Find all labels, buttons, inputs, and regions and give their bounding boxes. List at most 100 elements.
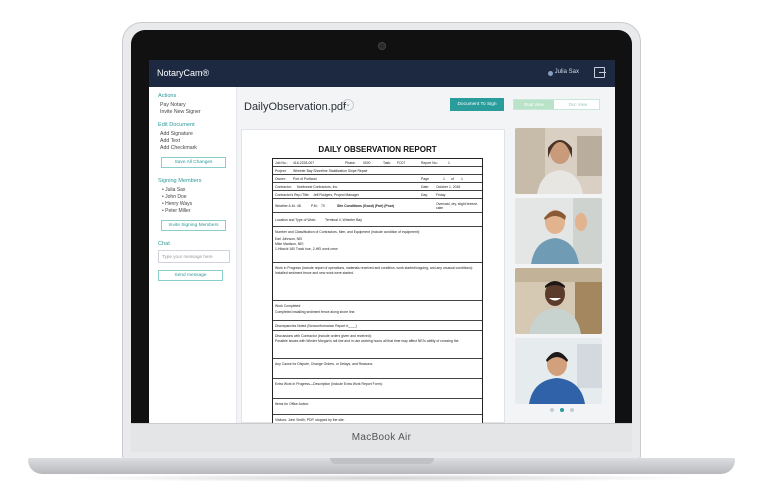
field-value: 70 [321,204,325,208]
main-area: DailyObservation.pdf ⌄ Document To Sign … [237,87,615,423]
participant-video [515,128,602,194]
chat-title: Chat [158,241,170,247]
page-dot[interactable] [550,408,554,412]
add-checkmark-link[interactable]: Add Checkmark [160,145,197,151]
member-item: • Julia Sax [162,187,186,193]
send-message-button[interactable]: Send message [158,270,223,281]
field-value: Overcast, dry, slight breeze, calm [436,202,478,210]
video-tile-julia-sax[interactable] [515,128,602,194]
report-form: Job No.: 416-2228-007 Phase: 0000 Task: … [272,158,483,423]
add-text-link[interactable]: Add Text [160,138,180,144]
laptop-notch [330,458,434,464]
chat-input[interactable]: Type your message here [158,250,230,263]
form-row: Number and Classification of Contractors… [273,227,482,263]
field-value: Friday [436,193,446,197]
video-tile-henry-ways[interactable] [515,268,602,334]
invite-signer-link[interactable]: Invite New Signer [160,109,201,115]
sidebar: Actions Pay Notary Invite New Signer Edi… [149,87,237,423]
field-value: 1-Hitachi 160 Track hoe, 2-HEI work crew [275,247,338,251]
field-label: Job No.: [275,161,288,165]
field-value: Northwest Contractors, Inc. [297,185,339,189]
app-logo: NotaryCam® [157,68,210,78]
field-label: Task: [383,161,391,165]
page-dot[interactable] [570,408,574,412]
page-dot-active[interactable] [560,408,564,412]
webcam-icon [378,42,386,50]
field-value: FC07 [397,161,406,165]
document-title: DailyObservation.pdf [244,101,347,113]
field-value: Port of Portland [293,177,317,181]
document-action-button[interactable]: Document To Sign [450,98,504,111]
member-item: • John Doe [162,194,187,200]
field-label: Visitors: John Smith, PDP, stopped by th… [275,418,345,422]
field-value: October 1, 2018 [436,185,461,189]
form-row: Any Cause for Dispute, Change Orders, or… [273,359,482,379]
field-label: Extra Work in Progress—Description (incl… [275,382,383,386]
field-label: Report No.: [421,161,439,165]
field-value: 1 [443,177,445,181]
field-label: Contractor's Rep./Title: [275,193,310,197]
save-changes-button[interactable]: Save All Changes [161,157,226,168]
laptop-shadow [60,474,703,482]
video-tile-john-doe[interactable] [515,198,602,264]
field-label: Discussions with Contractor (include ord… [275,334,372,338]
field-label: Owner: [275,177,286,181]
field-value: Possible issues with Winder Morgan's rai… [275,339,459,343]
form-row: Work Completed: Completed installing sed… [273,301,482,321]
field-label: Items for Office Action: [275,402,310,406]
form-row: Visitors: John Smith, PDP, stopped by th… [273,415,482,423]
chevron-down-icon[interactable]: ⌄ [342,99,354,111]
video-tile-peter-miller[interactable] [515,338,602,404]
field-label: Any Cause for Dispute, Change Orders, or… [275,362,374,366]
field-label: Work Completed: [275,304,302,308]
field-value: Mike Madison, NEI [275,242,304,246]
form-row: Work in Progress (include report of oper… [273,263,482,301]
view-toggle[interactable]: Dual View Doc View [513,99,600,110]
pay-notary-link[interactable]: Pay Notary [160,102,186,108]
field-label: Site Conditions (Good) (Fair) (Poor) [337,204,395,208]
form-row: Project: Wheeler Bay Shoreline Stabiliza… [273,167,482,175]
member-item: • Peter Miller [162,208,191,214]
document-viewer[interactable]: DAILY OBSERVATION REPORT Job No.: 416-22… [241,129,505,423]
add-signature-link[interactable]: Add Signature [160,131,193,137]
sign-out-icon[interactable] [594,67,606,78]
field-label: Weather A.M.: [275,204,297,208]
form-row: Weather A.M.: 48 P.M.: 70 Site Condition… [273,199,482,213]
edit-document-title: Edit Document [158,122,195,128]
actions-title: Actions [158,93,177,99]
field-label: Number and Classification of Contractors… [275,230,420,234]
field-label: of [451,177,454,181]
field-label: Day: [421,193,428,197]
field-value: Jeff Rodgers, Project Manager [313,193,359,197]
field-label: Date: [421,185,430,189]
field-value: Terminal 4, Wheeler Bay [325,218,362,222]
dual-view-tab[interactable]: Dual View [514,100,554,109]
field-value: Completed installing sediment fence alon… [275,310,356,314]
field-value: 1 [448,161,450,165]
doc-view-tab[interactable]: Doc View [557,100,599,109]
form-row: Discussions with Contractor (include ord… [273,331,482,359]
invite-members-button[interactable]: Invite Signing Members [161,220,226,231]
field-value: Installed sediment fence and new work we… [275,271,354,275]
user-avatar-icon[interactable] [548,71,553,76]
field-value: 1 [461,177,463,181]
video-panel [512,128,610,418]
field-value: 416-2228-007 [293,161,315,165]
form-row: Items for Office Action: [273,399,482,415]
participant-video [515,338,602,404]
field-value: Wheeler Bay Shoreline Stabilization Slop… [293,169,368,173]
form-row: Extra Work in Progress—Description (incl… [273,379,482,399]
participant-video [515,198,602,264]
screen: NotaryCam® Julia Sax Actions Pay Notary … [149,60,615,423]
member-item: • Henry Ways [162,201,193,207]
report-page: DAILY OBSERVATION REPORT Job No.: 416-22… [272,145,483,423]
field-label: P.M.: [311,204,319,208]
user-name[interactable]: Julia Sax [555,69,579,75]
field-label: Project: [275,169,287,173]
field-label: Contractor: [275,185,292,189]
video-pagination[interactable] [550,408,580,414]
form-row: Contractor's Rep./Title: Jeff Rodgers, P… [273,191,482,199]
participant-video [515,268,602,334]
field-value: 0000 [363,161,371,165]
form-row: Job No.: 416-2228-007 Phase: 0000 Task: … [273,159,482,167]
